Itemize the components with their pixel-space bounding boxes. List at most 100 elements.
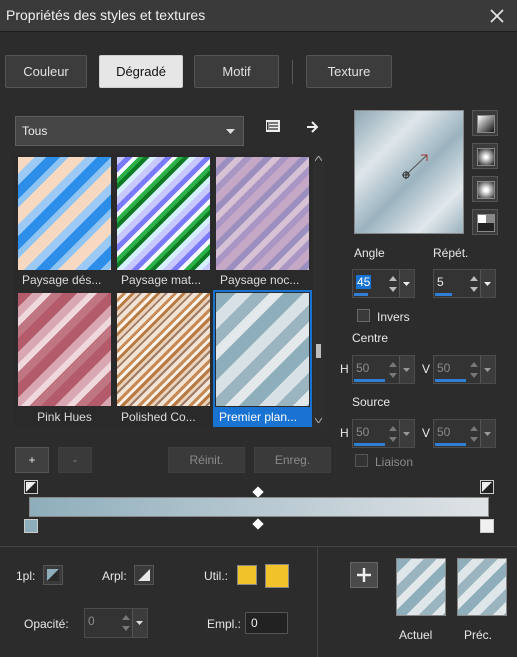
center-h-bar [354,379,385,382]
util-color-swatch-large[interactable] [265,564,289,588]
source-v-input[interactable]: 50 [433,419,496,448]
stop-top-right-marker[interactable] [480,480,494,494]
scroll-up-icon[interactable] [315,156,322,161]
location-input[interactable]: 0 [245,612,288,634]
linear-gradient-type-icon[interactable] [472,110,498,136]
spin-arrows-icon[interactable] [467,421,481,447]
source-h-label: H [340,426,349,440]
source-h-bar [354,443,385,446]
gradient-list-scrollbar[interactable] [313,154,324,427]
link-label: Liaison [375,455,414,469]
tab-texture[interactable]: Texture [306,55,392,88]
add-swatch-button[interactable] [350,562,378,588]
util-swatch[interactable] [237,565,257,585]
chevron-down-icon [226,129,235,134]
midpoint-marker-bottom[interactable] [252,518,264,530]
angle-handle-icon[interactable] [355,111,463,233]
gradient-thumb-paysage-des[interactable] [18,157,111,270]
tab-degrade[interactable]: Dégradé [99,55,183,88]
gradient-preview[interactable] [354,110,464,234]
list-view-icon[interactable] [264,118,284,136]
angle-value-bar [354,293,368,296]
repeat-label: Répét. [433,246,469,260]
gradient-label: Paysage dés... [22,273,102,287]
source-v-bar [435,443,466,446]
fg-label: 1pl: [16,569,36,583]
previous-swatch[interactable] [457,558,507,616]
current-swatch[interactable] [396,558,446,616]
rectangular-gradient-type-icon[interactable] [472,143,498,169]
source-h-input[interactable]: 50 [352,419,415,448]
gradient-thumb-pink-hues[interactable] [18,293,111,406]
radial-gradient-type-icon[interactable] [472,176,498,202]
center-v-value: 50 [437,361,451,375]
scrollbar-thumb[interactable] [316,344,321,358]
category-select[interactable]: Tous [15,116,244,146]
center-v-bar [435,379,466,382]
arrow-right-icon[interactable] [304,118,322,136]
midpoint-marker-top[interactable] [252,486,264,498]
repeat-value-bar [435,293,452,296]
center-v-input[interactable]: 50 [433,355,496,384]
repeat-value: 5 [437,275,444,289]
angle-drop[interactable] [399,270,414,297]
source-h-value: 50 [356,425,370,439]
opacity-label: Opacité: [24,617,69,631]
source-h-drop[interactable] [399,420,414,447]
current-label: Actuel [399,628,433,642]
reset-button[interactable]: Réinit. [168,447,245,473]
spin-arrows-icon[interactable] [386,357,400,383]
spin-arrows-icon[interactable] [467,357,481,383]
gradient-label: Paysage mat... [121,273,202,287]
spin-arrows-icon[interactable] [119,610,133,636]
angle-input[interactable]: 45 [352,269,415,298]
gradient-thumb-paysage-mat[interactable] [117,157,210,270]
window-title: Propriétés des styles et textures [6,7,206,23]
gradient-label: Polished Co... [121,410,196,424]
spin-arrows-icon[interactable] [386,421,400,447]
divider [0,546,517,547]
gradient-bar[interactable] [29,497,489,517]
source-label: Source [352,395,391,409]
fg-swatch[interactable] [43,565,63,585]
repeat-drop[interactable] [480,270,495,297]
spin-arrows-icon[interactable] [386,271,400,297]
center-v-label: V [422,362,431,376]
category-value: Tous [22,124,48,138]
source-v-label: V [422,426,431,440]
gradient-thumb-premier-plan[interactable] [216,293,309,406]
fg-corner-icon [47,569,59,581]
center-label: Centre [352,331,389,345]
opacity-value: 0 [88,614,95,628]
source-v-value: 50 [437,425,451,439]
invert-checkbox[interactable] [357,309,370,322]
tab-couleur[interactable]: Couleur [5,55,87,88]
bg-swatch[interactable] [134,565,154,585]
opacity-input[interactable]: 0 [84,608,148,638]
stop-bottom-right-marker[interactable] [480,519,494,533]
spin-arrows-icon[interactable] [467,271,481,297]
gradient-thumb-polished-co[interactable] [117,293,210,406]
stop-top-left-marker[interactable] [24,480,38,494]
close-icon[interactable] [485,4,509,28]
angle-label: Angle [354,246,385,260]
gradient-label-selected: Premier plan... [215,407,310,427]
tab-motif[interactable]: Motif [194,55,279,88]
scroll-down-icon[interactable] [315,418,322,423]
sunburst-gradient-type-icon[interactable] [472,209,498,235]
save-button[interactable]: Enreg. [254,447,331,473]
repeat-input[interactable]: 5 [433,269,496,298]
invert-label: Invers [377,310,410,324]
link-checkbox[interactable] [355,454,368,467]
stop-bottom-left-marker[interactable] [24,519,38,533]
center-h-value: 50 [356,361,370,375]
add-gradient-button[interactable]: + [15,447,49,473]
opacity-drop[interactable] [132,609,147,637]
center-h-drop[interactable] [399,356,414,383]
remove-gradient-button[interactable]: - [58,447,92,473]
source-v-drop[interactable] [480,420,495,447]
center-h-input[interactable]: 50 [352,355,415,384]
center-v-drop[interactable] [480,356,495,383]
bg-corner-icon [138,569,150,581]
gradient-thumb-paysage-noc[interactable] [216,157,309,270]
